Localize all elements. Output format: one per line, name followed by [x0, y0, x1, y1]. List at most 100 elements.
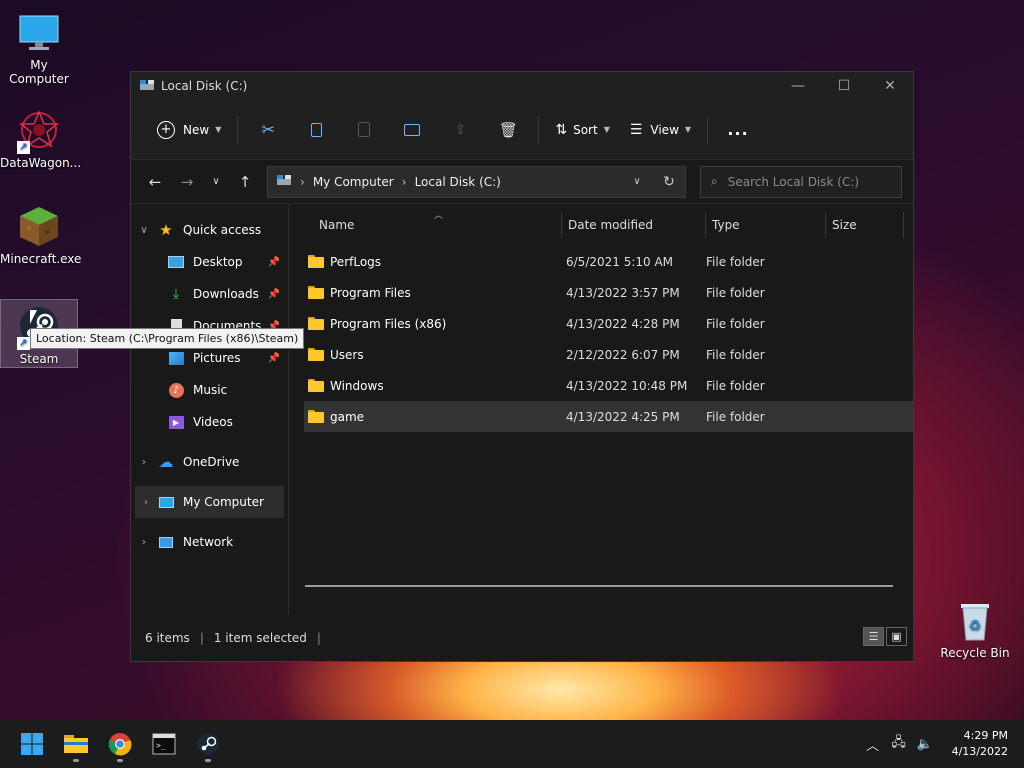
column-header-date[interactable]: Date modified	[562, 212, 706, 238]
windows-logo-icon	[21, 733, 43, 755]
file-row[interactable]: Users 2/12/2022 6:07 PM File folder	[304, 339, 913, 370]
volume-icon[interactable]: 🔈	[912, 737, 938, 752]
sidebar-item-network[interactable]: › Network	[131, 526, 288, 558]
address-bar[interactable]: › My Computer › Local Disk (C:) ∨ ↻	[267, 165, 686, 198]
desktop-icon-recycle-bin[interactable]: ♻ Recycle Bin	[936, 590, 1014, 666]
view-button[interactable]: ☰ View ▼	[620, 114, 701, 146]
search-box[interactable]: ⌕	[700, 165, 902, 198]
up-button[interactable]: ↑	[229, 166, 261, 198]
pin-icon[interactable]: 📌	[268, 289, 280, 300]
column-header-size[interactable]: Size	[826, 212, 904, 238]
folder-icon	[64, 735, 88, 753]
column-header-type[interactable]: Type	[706, 212, 826, 238]
taskbar-terminal[interactable]: >_	[142, 724, 186, 764]
sidebar-item-desktop[interactable]: Desktop 📌	[131, 246, 288, 278]
chevron-down-icon: ▼	[215, 125, 222, 134]
rename-button[interactable]	[388, 114, 436, 146]
maximize-button[interactable]: ☐	[821, 72, 867, 100]
file-type: File folder	[706, 285, 765, 300]
refresh-button[interactable]: ↻	[653, 174, 685, 190]
folder-icon	[308, 286, 324, 299]
tiles-view-icon: ▣	[891, 630, 902, 643]
desktop-icon-label: Steam	[19, 352, 59, 366]
system-tray: ︿ 🖧 🔈 4:29 PM 4/13/2022	[860, 728, 1024, 760]
file-row[interactable]: Program Files 4/13/2022 3:57 PM File folde…	[304, 277, 913, 308]
details-view-button[interactable]: ☰	[863, 627, 884, 646]
file-type: File folder	[706, 316, 765, 331]
search-input[interactable]	[727, 174, 888, 189]
sort-button[interactable]: ⇅ Sort ▼	[545, 114, 620, 146]
file-date: 4/13/2022 4:28 PM	[566, 316, 680, 331]
title-bar[interactable]: Local Disk (C:) — ☐ ✕	[131, 72, 913, 100]
file-date: 6/5/2021 5:10 AM	[566, 254, 674, 269]
sidebar-item-onedrive[interactable]: › ☁ OneDrive	[131, 446, 288, 478]
music-icon: ♪	[167, 382, 185, 398]
network-icon	[157, 534, 175, 550]
file-row[interactable]: Windows 4/13/2022 10:48 PM File folder	[304, 370, 913, 401]
desktop-icon-label: Minecraft.exe	[0, 252, 82, 266]
sidebar-item-music[interactable]: ♪ Music	[131, 374, 288, 406]
breadcrumb-my-computer[interactable]: My Computer	[313, 175, 394, 189]
folder-icon	[308, 255, 324, 268]
clock[interactable]: 4:29 PM 4/13/2022	[952, 728, 1008, 760]
shortcut-arrow-icon: ↗	[17, 141, 30, 154]
copy-button[interactable]	[292, 114, 340, 146]
taskbar-chrome[interactable]	[98, 724, 142, 764]
close-button[interactable]: ✕	[867, 72, 913, 100]
horizontal-scrollbar[interactable]	[305, 585, 893, 587]
search-icon: ⌕	[711, 174, 718, 188]
recycle-bin-icon: ♻	[953, 598, 997, 642]
file-name: game	[330, 409, 365, 424]
paste-button[interactable]	[340, 114, 388, 146]
share-button[interactable]: ⇪	[436, 114, 484, 146]
desktop-icon-minecraft[interactable]: Minecraft.exe	[0, 196, 82, 272]
tiles-view-button[interactable]: ▣	[886, 627, 907, 646]
drive-icon	[139, 78, 155, 95]
sidebar-item-downloads[interactable]: ⤓ Downloads 📌	[131, 278, 288, 310]
desktop-icon-datawagon[interactable]: ↗ DataWagon...	[0, 100, 81, 176]
chevron-right-icon: ›	[142, 456, 146, 468]
new-button[interactable]: + New ▼	[147, 114, 231, 146]
sidebar-item-quick-access[interactable]: ∨ ★ Quick access	[131, 214, 288, 246]
back-button[interactable]: ←	[139, 166, 171, 198]
desktop-icon-my-computer[interactable]: My Computer	[0, 2, 78, 86]
file-name: Program Files	[330, 285, 411, 300]
folder-icon	[308, 348, 324, 361]
folder-icon	[308, 317, 324, 330]
file-row[interactable]: game 4/13/2022 4:25 PM File folder	[304, 401, 913, 432]
file-row[interactable]: PerfLogs 6/5/2021 5:10 AM File folder	[304, 246, 913, 277]
file-list: ︿ Name Date modified Type Size PerfLogs 6…	[289, 204, 913, 615]
clock-date: 4/13/2022	[951, 745, 1008, 758]
taskbar-file-explorer[interactable]	[54, 724, 98, 764]
sidebar-item-videos[interactable]: ▶ Videos	[131, 406, 288, 438]
pin-icon[interactable]: 📌	[268, 353, 280, 364]
breadcrumb-local-disk[interactable]: Local Disk (C:)	[415, 175, 501, 189]
cloud-icon: ☁	[158, 453, 174, 471]
chevron-up-icon[interactable]: ︿	[860, 735, 886, 754]
pin-icon[interactable]: 📌	[268, 257, 280, 268]
clock-time: 4:29 PM	[963, 729, 1008, 742]
address-dropdown-button[interactable]: ∨	[621, 176, 653, 187]
cut-button[interactable]: ✂	[244, 114, 292, 146]
recent-locations-button[interactable]: ∨	[203, 166, 229, 198]
sort-ascending-icon: ︿	[434, 211, 444, 221]
chrome-icon	[108, 733, 132, 756]
start-button[interactable]	[10, 724, 54, 764]
delete-button[interactable]: 🗑	[484, 114, 532, 146]
network-status-icon[interactable]: 🖧	[886, 733, 912, 755]
scissors-icon: ✂	[261, 120, 276, 139]
chevron-right-icon: ›	[401, 174, 407, 189]
column-header-name[interactable]: Name	[304, 212, 562, 238]
taskbar-steam[interactable]	[186, 724, 230, 764]
sidebar-item-my-computer[interactable]: › My Computer	[135, 486, 284, 518]
chevron-right-icon: ›	[144, 496, 148, 508]
file-type: File folder	[706, 347, 765, 362]
plus-circle-icon: +	[157, 120, 175, 139]
file-row[interactable]: Program Files (x86) 4/13/2022 4:28 PM File…	[304, 308, 913, 339]
more-options-button[interactable]: ...	[714, 114, 762, 146]
forward-button[interactable]: →	[171, 166, 203, 198]
minimize-button[interactable]: —	[775, 72, 821, 100]
steam-icon	[197, 733, 219, 755]
svg-text:♻: ♻	[969, 618, 982, 634]
sort-arrows-icon: ⇅	[555, 121, 568, 138]
